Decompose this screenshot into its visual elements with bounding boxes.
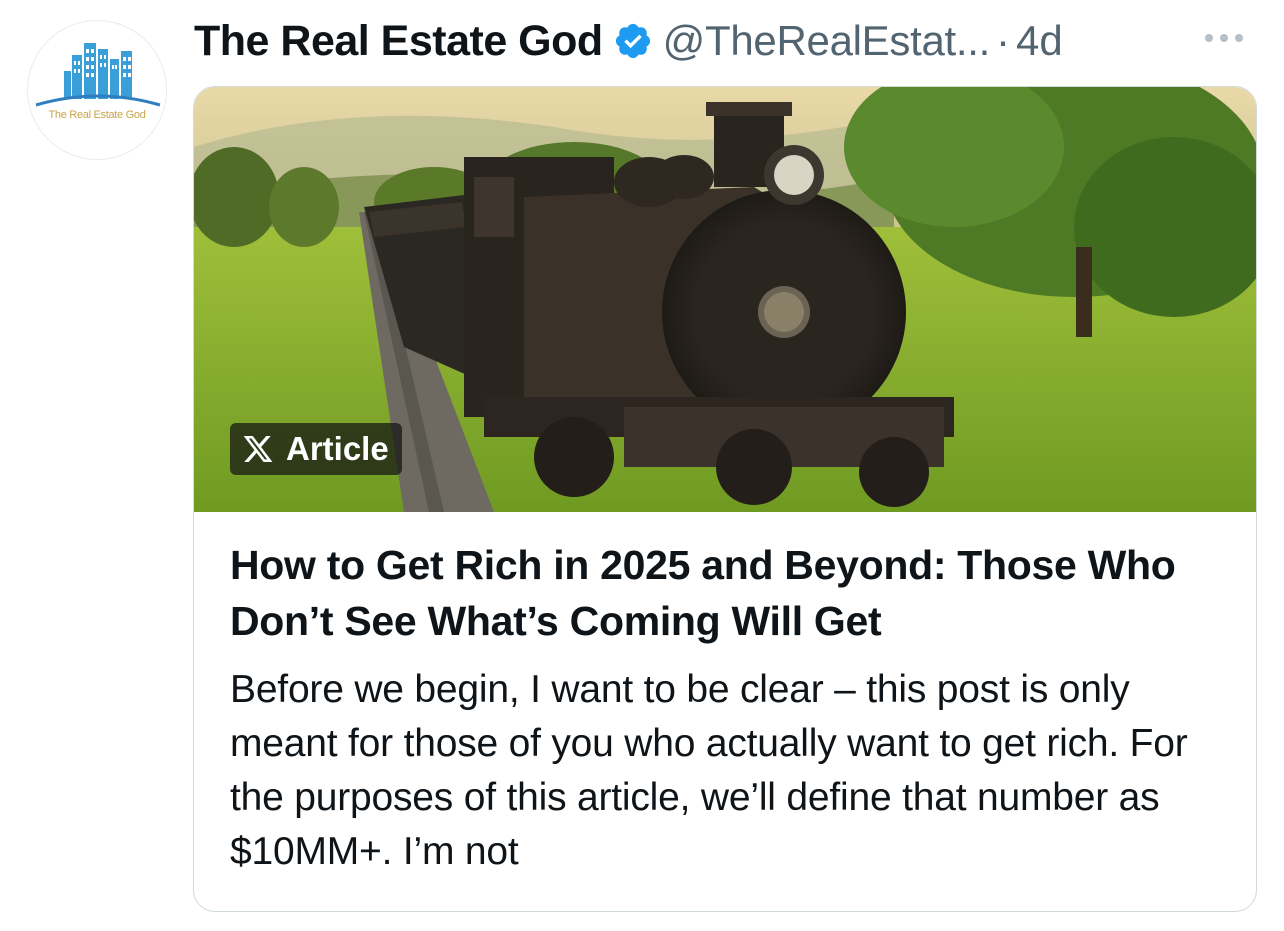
more-options-icon[interactable]: [1202, 20, 1246, 56]
avatar-caption: The Real Estate God: [48, 109, 146, 121]
article-cover-image: Article: [194, 87, 1256, 512]
article-card[interactable]: Article How to Get Rich in 2025 and Beyo…: [193, 86, 1257, 912]
separator-dot: ·: [995, 17, 1010, 64]
article-badge-label: Article: [286, 430, 389, 467]
real-estate-logo-icon: [35, 43, 161, 107]
x-logo-icon: [243, 436, 273, 462]
author-avatar[interactable]: The Real Estate God: [27, 20, 167, 160]
verified-badge-icon[interactable]: [613, 21, 653, 61]
author-handle[interactable]: @TheRealEstat...: [663, 17, 991, 65]
article-title[interactable]: How to Get Rich in 2025 and Beyond: Thos…: [230, 537, 1240, 649]
author-display-name[interactable]: The Real Estate God: [194, 17, 603, 66]
article-badge: Article: [230, 423, 402, 475]
article-excerpt: Before we begin, I want to be clear – th…: [230, 668, 1188, 873]
tweet-timestamp[interactable]: 4d: [1016, 17, 1063, 65]
tweet-header: The Real Estate God @TheRealEstat... · 4…: [194, 12, 1264, 70]
